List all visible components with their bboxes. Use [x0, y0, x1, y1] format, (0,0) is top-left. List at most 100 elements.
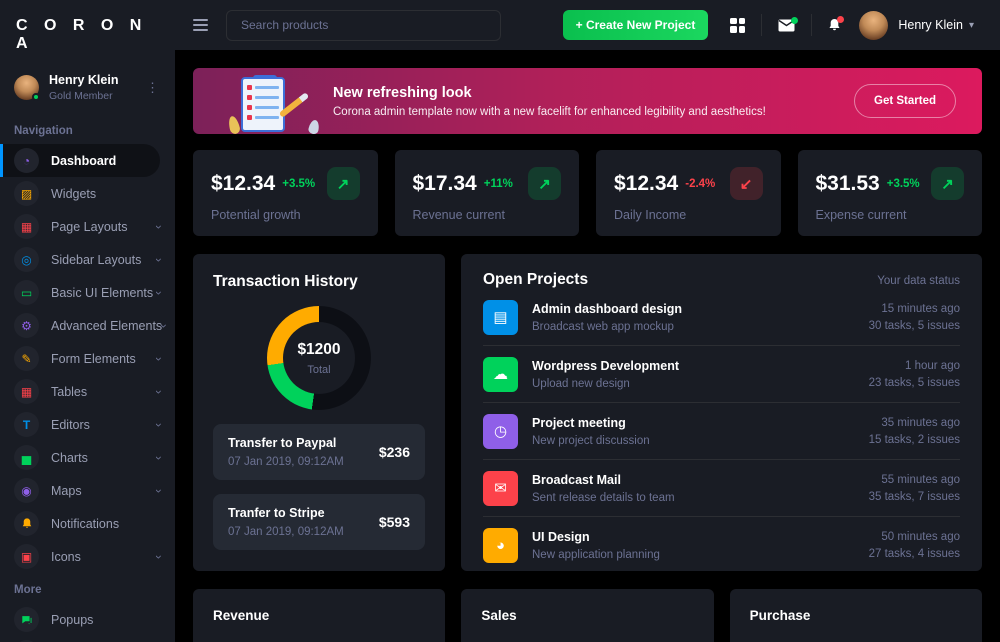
project-time: 1 hour ago [869, 360, 960, 372]
menu-toggle-icon[interactable] [193, 19, 208, 31]
file-document-icon: ▤ [483, 300, 518, 335]
get-started-button[interactable]: Get Started [854, 84, 956, 118]
project-tasks: 15 tasks, 2 issues [869, 434, 960, 446]
chevron-down-icon: › [152, 225, 166, 229]
project-subtitle: Broadcast web app mockup [532, 321, 869, 333]
sidebar-item-charts[interactable]: ▅ Charts › [0, 441, 175, 474]
sidebar-item-popups[interactable]: Popups [0, 603, 175, 636]
sidebar: C O R O N A Henry Klein Gold Member ⋮ Na… [0, 0, 175, 642]
create-new-project-button[interactable]: + Create New Project [563, 10, 709, 40]
trend-up-arrow-icon: ↗ [528, 167, 561, 200]
user-avatar[interactable] [859, 11, 888, 40]
revenue-card: Revenue [193, 589, 445, 642]
stat-label: Potential growth [211, 208, 360, 222]
data-status-label: Your data status [877, 275, 960, 287]
search-input[interactable] [226, 10, 501, 41]
chevron-down-icon: › [152, 456, 166, 460]
sidebar-item-widgets[interactable]: ▨ Widgets [0, 177, 175, 210]
advanced-elements-icon: ⚙ [14, 313, 39, 338]
project-subtitle: New project discussion [532, 435, 869, 447]
divider [811, 14, 812, 36]
project-row: ▤ Admin dashboard design Broadcast web a… [483, 289, 960, 346]
project-row: ✉ Broadcast Mail Sent release details to… [483, 460, 960, 517]
nav-section-label: Navigation [0, 114, 175, 144]
bell-icon [14, 511, 39, 536]
sidebar-item-maps[interactable]: ◉ Maps › [0, 474, 175, 507]
chevron-down-icon[interactable]: ▾ [969, 20, 974, 31]
donut-total-label: Total [307, 364, 330, 376]
stat-value: $31.53 [816, 172, 880, 196]
chevron-down-icon: › [152, 489, 166, 493]
project-tasks: 27 tasks, 4 issues [869, 548, 960, 560]
chat-bubble-icon [14, 607, 39, 632]
sidebar-item-page-layouts[interactable]: ▦ Page Layouts › [0, 210, 175, 243]
editors-icon: T [14, 412, 39, 437]
trend-down-arrow-icon: ↙ [730, 167, 763, 200]
widgets-icon: ▨ [14, 181, 39, 206]
sales-card: Sales [461, 589, 713, 642]
purchase-card: Purchase [730, 589, 982, 642]
sidebar-item-notifications[interactable]: Notifications [0, 507, 175, 540]
sidebar-item-dashboard[interactable]: ◔ Dashboard [0, 144, 160, 177]
project-title: Broadcast Mail [532, 473, 869, 487]
apps-grid-icon[interactable] [730, 18, 745, 33]
card-title: Transaction History [213, 273, 425, 291]
transaction-amount: $593 [379, 514, 410, 530]
form-elements-icon: ✎ [14, 346, 39, 371]
transaction-title: Tranfer to Stripe [228, 506, 344, 520]
clipboard-illustration-icon [221, 72, 321, 134]
stat-card-expense-current: $31.53 +3.5% ↗ Expense current [798, 150, 983, 236]
project-row: ◕ UI Design New application planning 50 … [483, 517, 960, 573]
sidebar-item-basic-ui-elements[interactable]: ▭ Basic UI Elements › [0, 276, 175, 309]
notifications-bell-icon[interactable] [828, 18, 841, 32]
card-title: Sales [481, 608, 693, 623]
project-subtitle: New application planning [532, 549, 869, 561]
transaction-history-card: Transaction History $1200 Total Transfer… [193, 254, 445, 571]
stat-card-revenue-current: $17.34 +11% ↗ Revenue current [395, 150, 580, 236]
sidebar-item-user-pages[interactable]: ◕ User Pages [0, 636, 175, 642]
chevron-down-icon: › [152, 258, 166, 262]
transaction-title: Transfer to Paypal [228, 436, 344, 450]
online-status-dot [32, 93, 40, 101]
sidebar-item-editors[interactable]: T Editors › [0, 408, 175, 441]
profile-avatar [14, 75, 39, 100]
project-title: UI Design [532, 530, 869, 544]
stat-label: Revenue current [413, 208, 562, 222]
stat-card-potential-growth: $12.34 +3.5% ↗ Potential growth [193, 150, 378, 236]
app-logo[interactable]: C O R O N A [0, 0, 175, 65]
chevron-down-icon: › [152, 357, 166, 361]
app-root: C O R O N A Henry Klein Gold Member ⋮ Na… [0, 0, 1000, 642]
trend-up-arrow-icon: ↗ [931, 167, 964, 200]
cloud-upload-icon: ☁ [483, 357, 518, 392]
sidebar-profile[interactable]: Henry Klein Gold Member ⋮ [0, 65, 175, 114]
project-time: 55 minutes ago [869, 474, 960, 486]
stat-value: $17.34 [413, 172, 477, 196]
project-subtitle: Upload new design [532, 378, 869, 390]
messages-mail-icon[interactable] [778, 19, 795, 32]
sidebar-item-form-elements[interactable]: ✎ Form Elements › [0, 342, 175, 375]
donut-total-value: $1200 [297, 341, 340, 359]
chevron-down-icon: › [152, 390, 166, 394]
sidebar-item-tables[interactable]: ▦ Tables › [0, 375, 175, 408]
pie-chart-icon: ◕ [483, 528, 518, 563]
project-time: 35 minutes ago [869, 417, 960, 429]
stat-label: Expense current [816, 208, 965, 222]
stats-row: $12.34 +3.5% ↗ Potential growth $17.34 +… [193, 150, 982, 236]
notification-alert-dot [837, 16, 844, 23]
profile-name: Henry Klein [49, 73, 142, 87]
transaction-date: 07 Jan 2019, 09:12AM [228, 526, 344, 538]
chevron-down-icon: › [152, 423, 166, 427]
project-tasks: 23 tasks, 5 issues [869, 377, 960, 389]
project-tasks: 30 tasks, 5 issues [869, 320, 960, 332]
stat-value: $12.34 [211, 172, 275, 196]
sidebar-layouts-icon: ◎ [14, 247, 39, 272]
sidebar-item-icons[interactable]: ▣ Icons › [0, 540, 175, 573]
sidebar-item-advanced-elements[interactable]: ⚙ Advanced Elements › [0, 309, 175, 342]
profile-options-icon[interactable]: ⋮ [142, 78, 163, 98]
sidebar-item-sidebar-layouts[interactable]: ◎ Sidebar Layouts › [0, 243, 175, 276]
user-menu[interactable]: Henry Klein [898, 18, 963, 32]
project-time: 15 minutes ago [869, 303, 960, 315]
divider [761, 14, 762, 36]
trend-up-arrow-icon: ↗ [327, 167, 360, 200]
stat-delta: -2.4% [685, 178, 729, 190]
